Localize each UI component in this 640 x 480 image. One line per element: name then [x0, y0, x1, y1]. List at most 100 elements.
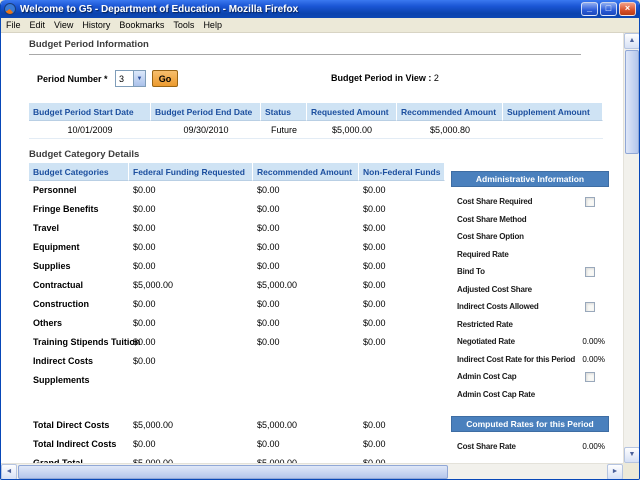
- category-row-indirect-costs: Indirect Costs $0.00: [29, 352, 445, 371]
- admin-item-bind-to: Bind To: [457, 263, 607, 281]
- category-row-travel: Travel $0.00 $0.00 $0.00: [29, 219, 445, 238]
- amount-cell: [129, 371, 253, 390]
- period-cell: 09/30/2010: [151, 121, 261, 139]
- admin-item-label: Indirect Cost Rate for this Period: [457, 354, 576, 364]
- menu-history[interactable]: History: [82, 20, 110, 30]
- period-cell: 10/01/2009: [29, 121, 151, 139]
- checkbox-indirect-costs-allowed[interactable]: [585, 301, 595, 312]
- amount-cell: $0.00: [257, 261, 280, 271]
- amount-cell: $0.00: [363, 337, 386, 347]
- amount-cell: $0.00: [133, 242, 156, 252]
- scroll-right-icon[interactable]: ►: [607, 464, 623, 479]
- category-row-construction: Construction $0.00 $0.00 $0.00: [29, 295, 445, 314]
- category-label: Construction: [33, 299, 89, 309]
- amount-cell: $0.00: [363, 280, 386, 290]
- total-amount-cell: $0.00: [133, 439, 156, 449]
- amount-cell: $0.00: [363, 261, 386, 271]
- column-header-requested-amount: Requested Amount: [307, 103, 397, 121]
- amount-cell: [359, 352, 445, 371]
- category-row-training-stipends-tuition: Training Stipends Tuition $0.00 $0.00 $0.00: [29, 333, 445, 352]
- category-row-contractual: Contractual $5,000.00 $5,000.00 $0.00: [29, 276, 445, 295]
- admin-item-restricted-rate: Restricted Rate: [457, 316, 607, 334]
- category-table-header-row: Budget Categories Federal Funding Request…: [29, 163, 445, 181]
- amount-cell: $0.00: [133, 185, 156, 195]
- category-label: Contractual: [33, 280, 84, 290]
- vertical-scrollbar[interactable]: ▲ ▼: [623, 33, 639, 463]
- checkbox-bind-to[interactable]: [585, 266, 595, 277]
- menu-bookmarks[interactable]: Bookmarks: [119, 20, 164, 30]
- column-header-non-federal-funds: Non-Federal Funds: [359, 163, 445, 181]
- horizontal-scroll-thumb[interactable]: [18, 465, 448, 479]
- amount-cell: $0.00: [133, 299, 156, 309]
- period-cell: [503, 121, 603, 139]
- amount-cell: $0.00: [363, 204, 386, 214]
- admin-item-indirect-cost-rate-for-this-period: Indirect Cost Rate for this Period 0.00%: [457, 351, 607, 369]
- titlebar[interactable]: Welcome to G5 - Department of Education …: [1, 0, 639, 18]
- amount-cell: $0.00: [363, 223, 386, 233]
- vertical-scroll-thumb[interactable]: [625, 50, 639, 154]
- maximize-button[interactable]: □: [600, 2, 617, 16]
- budget-period-table: Budget Period Start Date Budget Period En…: [29, 103, 603, 139]
- total-amount-cell: $5,000.00: [133, 420, 174, 430]
- total-label: Grand Total: [33, 458, 83, 463]
- firefox-window: Welcome to G5 - Department of Education …: [0, 0, 640, 480]
- category-label: Fringe Benefits: [33, 204, 99, 214]
- column-header-budget-period-end-date: Budget Period End Date: [151, 103, 261, 121]
- admin-item-cost-share-option: Cost Share Option: [457, 228, 607, 246]
- period-number-select[interactable]: 3 ▼: [115, 70, 146, 87]
- category-row-supplies: Supplies $0.00 $0.00 $0.00: [29, 257, 445, 276]
- period-number-value: 3: [119, 73, 125, 84]
- amount-cell: $0.00: [133, 204, 156, 214]
- scroll-up-icon[interactable]: ▲: [624, 33, 639, 49]
- column-header-budget-categories: Budget Categories: [29, 163, 129, 181]
- go-button[interactable]: Go: [152, 70, 178, 87]
- admin-item-label: Cost Share Required: [457, 197, 533, 207]
- menu-help[interactable]: Help: [203, 20, 222, 30]
- amount-cell: $0.00: [133, 318, 156, 328]
- amount-cell: $0.00: [257, 242, 280, 252]
- in-view-value: 2: [433, 73, 439, 83]
- scroll-left-icon[interactable]: ◄: [1, 464, 17, 479]
- close-button[interactable]: ×: [619, 2, 636, 16]
- admin-item-label: Restricted Rate: [457, 319, 513, 329]
- menu-edit[interactable]: Edit: [30, 20, 46, 30]
- horizontal-scrollbar[interactable]: ◄ ►: [1, 463, 623, 479]
- total-amount-cell: $0.00: [363, 439, 386, 449]
- total-label: Total Indirect Costs: [33, 439, 117, 449]
- admin-item-label: Cost Share Option: [457, 232, 524, 242]
- amount-cell: $0.00: [257, 299, 280, 309]
- total-label: Total Direct Costs: [33, 420, 110, 430]
- divider: [29, 54, 581, 55]
- period-table-row: 10/01/2009 09/30/2010 Future $5,000.00 $5,00…: [29, 121, 603, 139]
- total-row-total-direct-costs: Total Direct Costs $5,000.00 $5,000.00 $0.0…: [29, 416, 445, 435]
- total-row-total-indirect-costs: Total Indirect Costs $0.00 $0.00 $0.00: [29, 435, 445, 454]
- category-label: Equipment: [33, 242, 80, 252]
- total-amount-cell: $0.00: [363, 420, 386, 430]
- category-label: Others: [33, 318, 63, 328]
- checkbox-admin-cost-cap[interactable]: [585, 371, 595, 382]
- admin-item-label: Cost Share Method: [457, 214, 527, 224]
- checkbox-cost-share-required[interactable]: [585, 196, 595, 207]
- section-title-budget-category-details: Budget Category Details: [29, 149, 140, 160]
- admin-item-negotiated-rate: Negotiated Rate 0.00%: [457, 333, 607, 351]
- section-title-budget-period-information: Budget Period Information: [29, 39, 149, 50]
- total-row-grand-total: Grand Total $5,000.00 $5,000.00 $0.00: [29, 454, 445, 463]
- menu-tools[interactable]: Tools: [173, 20, 194, 30]
- minimize-button[interactable]: _: [581, 2, 598, 16]
- admin-item-admin-cost-cap-rate: Admin Cost Cap Rate: [457, 386, 607, 404]
- computed-rates-header: Computed Rates for this Period: [451, 416, 609, 432]
- amount-cell: [253, 371, 359, 390]
- period-number-label: Period Number *: [37, 74, 108, 84]
- budget-period-in-view: Budget Period in View : 2: [331, 73, 439, 83]
- category-row-supplements: Supplements: [29, 371, 445, 390]
- budget-category-table: Budget Categories Federal Funding Request…: [29, 163, 445, 463]
- window-title: Welcome to G5 - Department of Education …: [20, 3, 299, 15]
- amount-cell: [359, 371, 445, 390]
- bottom-bar: ◄ ►: [1, 463, 639, 479]
- chevron-down-icon[interactable]: ▼: [133, 71, 145, 86]
- amount-cell: $0.00: [257, 318, 280, 328]
- scroll-down-icon[interactable]: ▼: [624, 447, 639, 463]
- menu-view[interactable]: View: [54, 20, 73, 30]
- menu-file[interactable]: File: [6, 20, 21, 30]
- column-header-supplement-amount: Supplement Amount: [503, 103, 603, 121]
